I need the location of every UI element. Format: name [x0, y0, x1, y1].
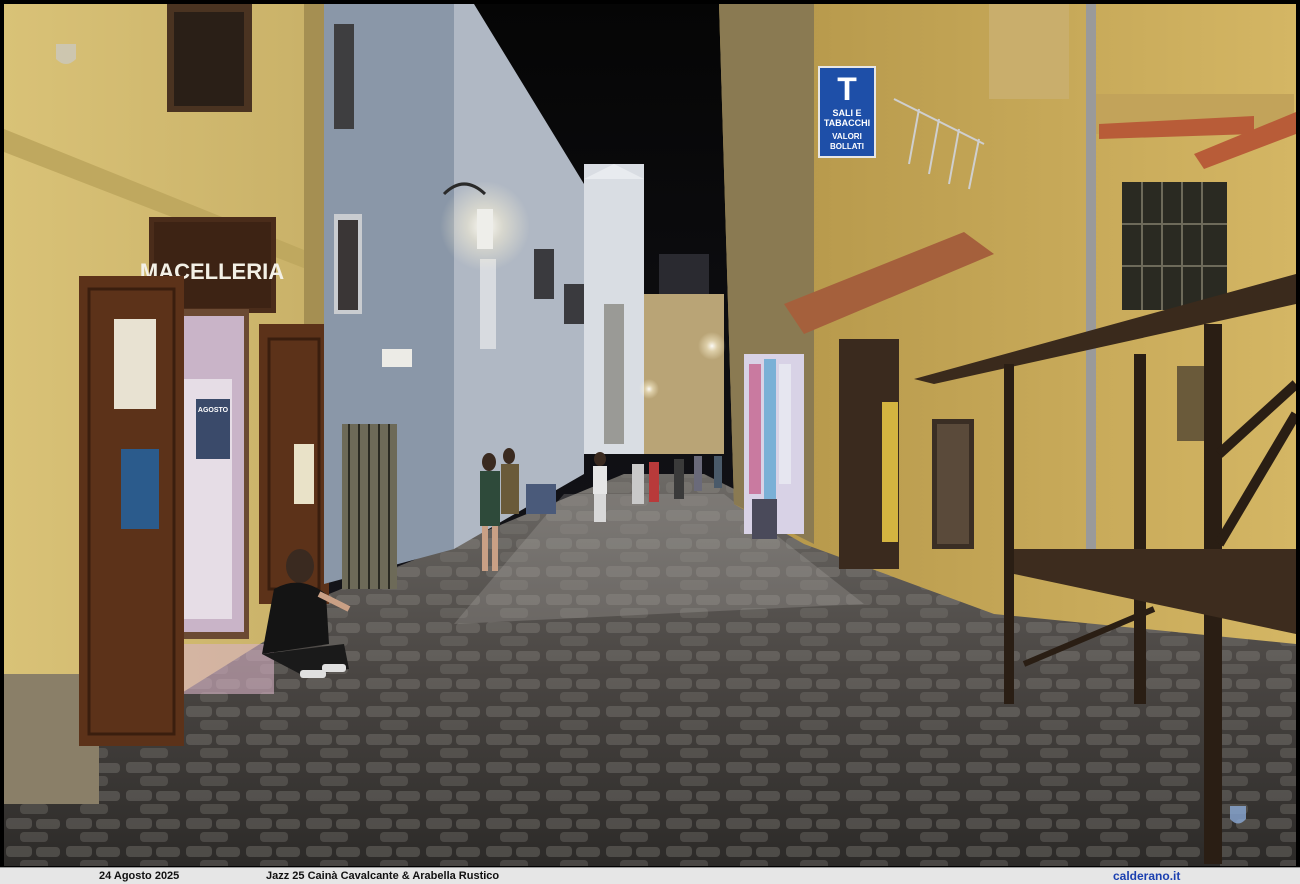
svg-text:BOLLATI: BOLLATI	[830, 142, 864, 151]
caption-date: 24 Agosto 2025	[99, 870, 180, 882]
svg-text:AGOSTO: AGOSTO	[198, 407, 229, 414]
photo-frame: MACELLERIA AGOSTO T SALI E TABACCHI VALO…	[4, 4, 1296, 866]
caption-bar: 24 Agosto 2025 Jazz 25 Cainà Cavalcante …	[0, 867, 1300, 884]
svg-text:SALI E: SALI E	[832, 108, 861, 118]
watermark-logo	[56, 44, 76, 64]
far-lamp	[639, 379, 659, 399]
svg-text:T: T	[837, 71, 857, 107]
watermark-logo-bottom	[1230, 806, 1246, 824]
drain-pipe	[1086, 4, 1096, 549]
barred-window	[1122, 182, 1227, 310]
door-poster	[114, 319, 156, 409]
svg-text:TABACCHI: TABACCHI	[824, 118, 870, 128]
night-street-photo: MACELLERIA AGOSTO T SALI E TABACCHI VALO…	[4, 4, 1296, 866]
caption-title: Jazz 25 Cainà Cavalcante & Arabella Rust…	[266, 870, 500, 882]
stroller	[752, 499, 777, 539]
street-lamp	[440, 181, 530, 271]
street-name-sign	[382, 349, 412, 367]
door-flyer	[121, 449, 159, 529]
caption-site-link[interactable]: calderano.it	[1113, 869, 1180, 883]
column-statue	[604, 304, 624, 444]
tabacchi-sign: T SALI E TABACCHI VALORI BOLLATI	[818, 66, 876, 158]
svg-text:VALORI: VALORI	[832, 132, 862, 141]
far-lamp	[698, 332, 726, 360]
